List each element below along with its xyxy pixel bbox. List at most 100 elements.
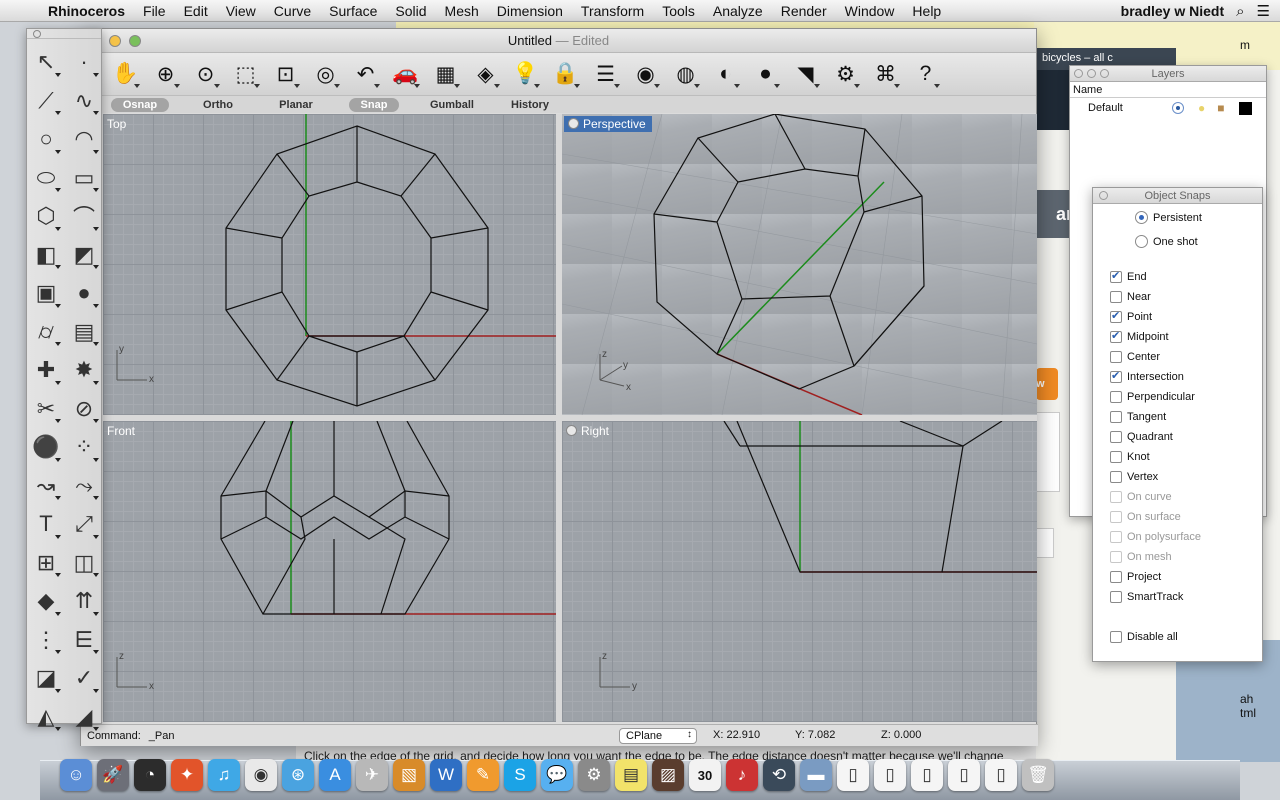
checkbox[interactable] (1110, 369, 1122, 383)
checkbox[interactable] (1110, 269, 1122, 283)
checkbox[interactable] (1110, 329, 1122, 343)
background-orange-button[interactable]: w (1036, 368, 1058, 400)
menu-view[interactable]: View (217, 3, 265, 19)
skype-icon[interactable]: S (504, 759, 536, 791)
align-icon[interactable]: ⋿ (65, 621, 103, 660)
extrude-icon[interactable]: ⇈ (65, 582, 103, 621)
select-arrow-icon[interactable]: ↖ (27, 43, 65, 82)
mode-ortho[interactable]: Ortho (179, 99, 257, 111)
layers-close-button[interactable] (1074, 69, 1083, 78)
checkbox[interactable] (1110, 631, 1122, 643)
zoom-extents-icon[interactable]: ⊡ (267, 57, 304, 91)
layers-title-bar[interactable]: Layers (1070, 66, 1266, 82)
time-machine-icon[interactable]: ⟲ (763, 759, 795, 791)
checkbox[interactable] (1110, 591, 1122, 603)
checkbox[interactable] (1110, 451, 1122, 463)
rectangle-icon[interactable]: ▭ (65, 159, 103, 198)
mode-snap[interactable]: Snap (335, 97, 413, 112)
boolean-union-icon[interactable]: ⚫ (27, 428, 65, 467)
current-layer-radio-icon[interactable] (1172, 102, 1184, 114)
cplane-select[interactable]: CPlane (619, 728, 697, 744)
window-titlebar[interactable]: Untitled — Edited (81, 29, 1036, 53)
osnap-point[interactable]: Point (1110, 309, 1152, 323)
osnap-perpendicular[interactable]: Perpendicular (1110, 391, 1195, 403)
checkbox[interactable] (1110, 431, 1122, 443)
osnap-project[interactable]: Project (1110, 571, 1161, 583)
mesh-surface-icon[interactable]: ▤ (65, 313, 103, 352)
viewport-perspective-label[interactable]: Perspective (564, 116, 652, 132)
checkbox[interactable] (1110, 571, 1122, 583)
analysis-icon[interactable]: ◪ (27, 659, 65, 698)
grid-plane-icon[interactable]: ▦ (427, 57, 464, 91)
grid-array-icon[interactable]: ⋮ (27, 621, 65, 660)
zoom-window-icon[interactable]: ⬚ (227, 57, 264, 91)
polyline-icon[interactable]: ⟋ (27, 82, 65, 121)
radio-button[interactable] (1135, 235, 1148, 248)
menu-dimension[interactable]: Dimension (488, 3, 572, 19)
osnap-title-bar[interactable]: Object Snaps (1093, 188, 1262, 204)
user-name[interactable]: bradley w Niedt (1121, 3, 1224, 19)
document-icon[interactable]: ▯ (837, 759, 869, 791)
osnap-end[interactable]: End (1110, 269, 1147, 283)
viewport-front[interactable]: Front z x (103, 421, 556, 722)
snap-object-icon[interactable]: ◈ (467, 57, 504, 91)
viewport-top-label[interactable]: Top (105, 116, 128, 132)
osnap-close-button[interactable] (1099, 191, 1108, 200)
osnap-smarttrack[interactable]: SmartTrack (1110, 591, 1183, 603)
command-input[interactable]: _Pan (149, 730, 175, 742)
curve-tools-icon[interactable]: ⤳ (65, 467, 103, 506)
osnap-disable-all[interactable]: Disable all (1110, 631, 1178, 643)
layer-lock-icon[interactable]: ■ (1217, 101, 1224, 115)
messages-icon[interactable]: 💬 (541, 759, 573, 791)
point-icon[interactable]: · (65, 43, 103, 82)
osnap-mode-persistent[interactable]: Persistent (1135, 211, 1202, 224)
zoom-dynamic-icon[interactable]: ⊙ (187, 57, 224, 91)
lightbulb-icon[interactable]: 💡 (507, 57, 544, 91)
viewport-right-label[interactable]: Right (564, 423, 611, 439)
radio-button[interactable] (1135, 211, 1148, 224)
osnap-near[interactable]: Near (1110, 291, 1151, 303)
checkbox[interactable] (1110, 291, 1122, 303)
osnap-intersection[interactable]: Intersection (1110, 369, 1184, 383)
boolean-solid-icon[interactable]: ◆ (27, 582, 65, 621)
command-options-icon[interactable]: ⌘ (867, 57, 904, 91)
finder-icon[interactable]: ☺ (60, 759, 92, 791)
viewport-perspective[interactable]: Perspective z y x (562, 114, 1037, 415)
puzzle-join-icon[interactable]: ✚ (27, 351, 65, 390)
rotate-view-icon[interactable]: ⊕ (147, 57, 184, 91)
photo-icon[interactable]: ▨ (652, 759, 684, 791)
palette-close-button[interactable] (33, 30, 41, 38)
safari-compass-icon[interactable]: ✦ (171, 759, 203, 791)
spotlight-search-icon[interactable]: ⌕ (1236, 3, 1244, 20)
layers-column-name[interactable]: Name (1070, 82, 1266, 98)
dashboard-icon[interactable]: ◔ (134, 759, 166, 791)
airplane-icon[interactable]: ✈ (356, 759, 388, 791)
checkbox[interactable] (1110, 309, 1122, 323)
zoom-selected-icon[interactable]: ◎ (307, 57, 344, 91)
cylinder-icon[interactable]: ⌭ (27, 313, 65, 352)
osnap-midpoint[interactable]: Midpoint (1110, 329, 1169, 343)
explode-icon[interactable]: ✸ (65, 351, 103, 390)
preview-icon[interactable]: ▧ (393, 759, 425, 791)
stickies-icon[interactable]: ▤ (615, 759, 647, 791)
curve-offset-icon[interactable]: ↝ (27, 467, 65, 506)
lock-icon[interactable]: 🔒 (547, 57, 584, 91)
document5-icon[interactable]: ▯ (985, 759, 1017, 791)
menu-solid[interactable]: Solid (386, 3, 435, 19)
pan-icon[interactable]: ✋ (107, 57, 144, 91)
help-icon[interactable]: ? (907, 57, 944, 91)
menu-analyze[interactable]: Analyze (704, 3, 772, 19)
checkbox[interactable] (1110, 391, 1122, 403)
layer-visible-bulb-icon[interactable]: ● (1198, 101, 1205, 115)
arc-icon[interactable]: ◠ (65, 120, 103, 159)
split-icon[interactable]: ⊘ (65, 390, 103, 429)
shaded-sphere-icon[interactable]: ◐ (707, 57, 744, 91)
osnap-mode-one-shot[interactable]: One shot (1135, 235, 1198, 248)
osnap-center[interactable]: Center (1110, 351, 1160, 363)
sphere-solid-icon[interactable]: ● (65, 274, 103, 313)
car-model-icon[interactable]: 🚗 (387, 57, 424, 91)
menu-app-name[interactable]: Rhinoceros (44, 3, 134, 19)
array-icon[interactable]: ⊞ (27, 544, 65, 583)
polygon-icon[interactable]: ⬡ (27, 197, 65, 236)
menu-mesh[interactable]: Mesh (436, 3, 488, 19)
